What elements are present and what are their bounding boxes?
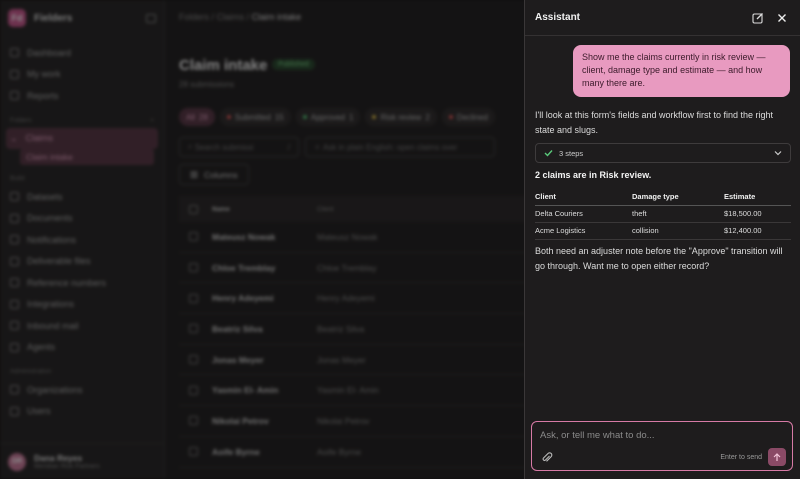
cell-damage: collision (632, 222, 724, 240)
send-hint: Enter to send (720, 454, 762, 461)
steps-label: 3 steps (559, 148, 584, 158)
check-icon (544, 150, 553, 157)
close-button[interactable] (774, 10, 790, 26)
cell-estimate: $12,400.00 (724, 222, 791, 240)
arrow-up-icon (773, 452, 781, 461)
cell-client: Acme Logistics (535, 222, 632, 240)
cell-estimate: $18,500.00 (724, 205, 791, 223)
table-row: Delta Couriers theft $18,500.00 (535, 205, 791, 223)
assistant-message-followup: Both need an adjuster note before the "A… (535, 246, 783, 271)
user-message: Show me the claims currently in risk rev… (573, 45, 790, 97)
cell-client: Delta Couriers (535, 205, 632, 223)
assistant-title: Assistant (535, 12, 581, 23)
composer: Enter to send (531, 421, 793, 471)
cell-damage: theft (632, 205, 724, 223)
composer-input[interactable] (540, 430, 780, 441)
new-chat-button[interactable] (750, 10, 766, 26)
results-table: Client Damage type Estimate Delta Courie… (535, 190, 791, 240)
table-header: Client Damage type Estimate (535, 190, 791, 206)
modal-overlay[interactable] (0, 0, 524, 479)
steps-disclosure[interactable]: 3 steps (535, 143, 791, 163)
column-header: Client (535, 190, 632, 206)
table-row: Acme Logistics collision $12,400.00 (535, 222, 791, 240)
column-header: Damage type (632, 190, 724, 206)
send-button[interactable] (768, 448, 786, 466)
chevron-down-icon (774, 151, 782, 156)
assistant-message-intro: I'll look at this form's fields and work… (535, 110, 774, 135)
close-icon (778, 13, 786, 22)
edit-icon (752, 12, 763, 24)
assistant-panel: Assistant Show me the claims currently i… (524, 0, 800, 479)
column-header: Estimate (724, 190, 791, 206)
result-heading: 2 claims are in Risk review. (535, 170, 652, 180)
assistant-header: Assistant (525, 0, 800, 36)
paperclip-icon[interactable] (541, 452, 553, 464)
